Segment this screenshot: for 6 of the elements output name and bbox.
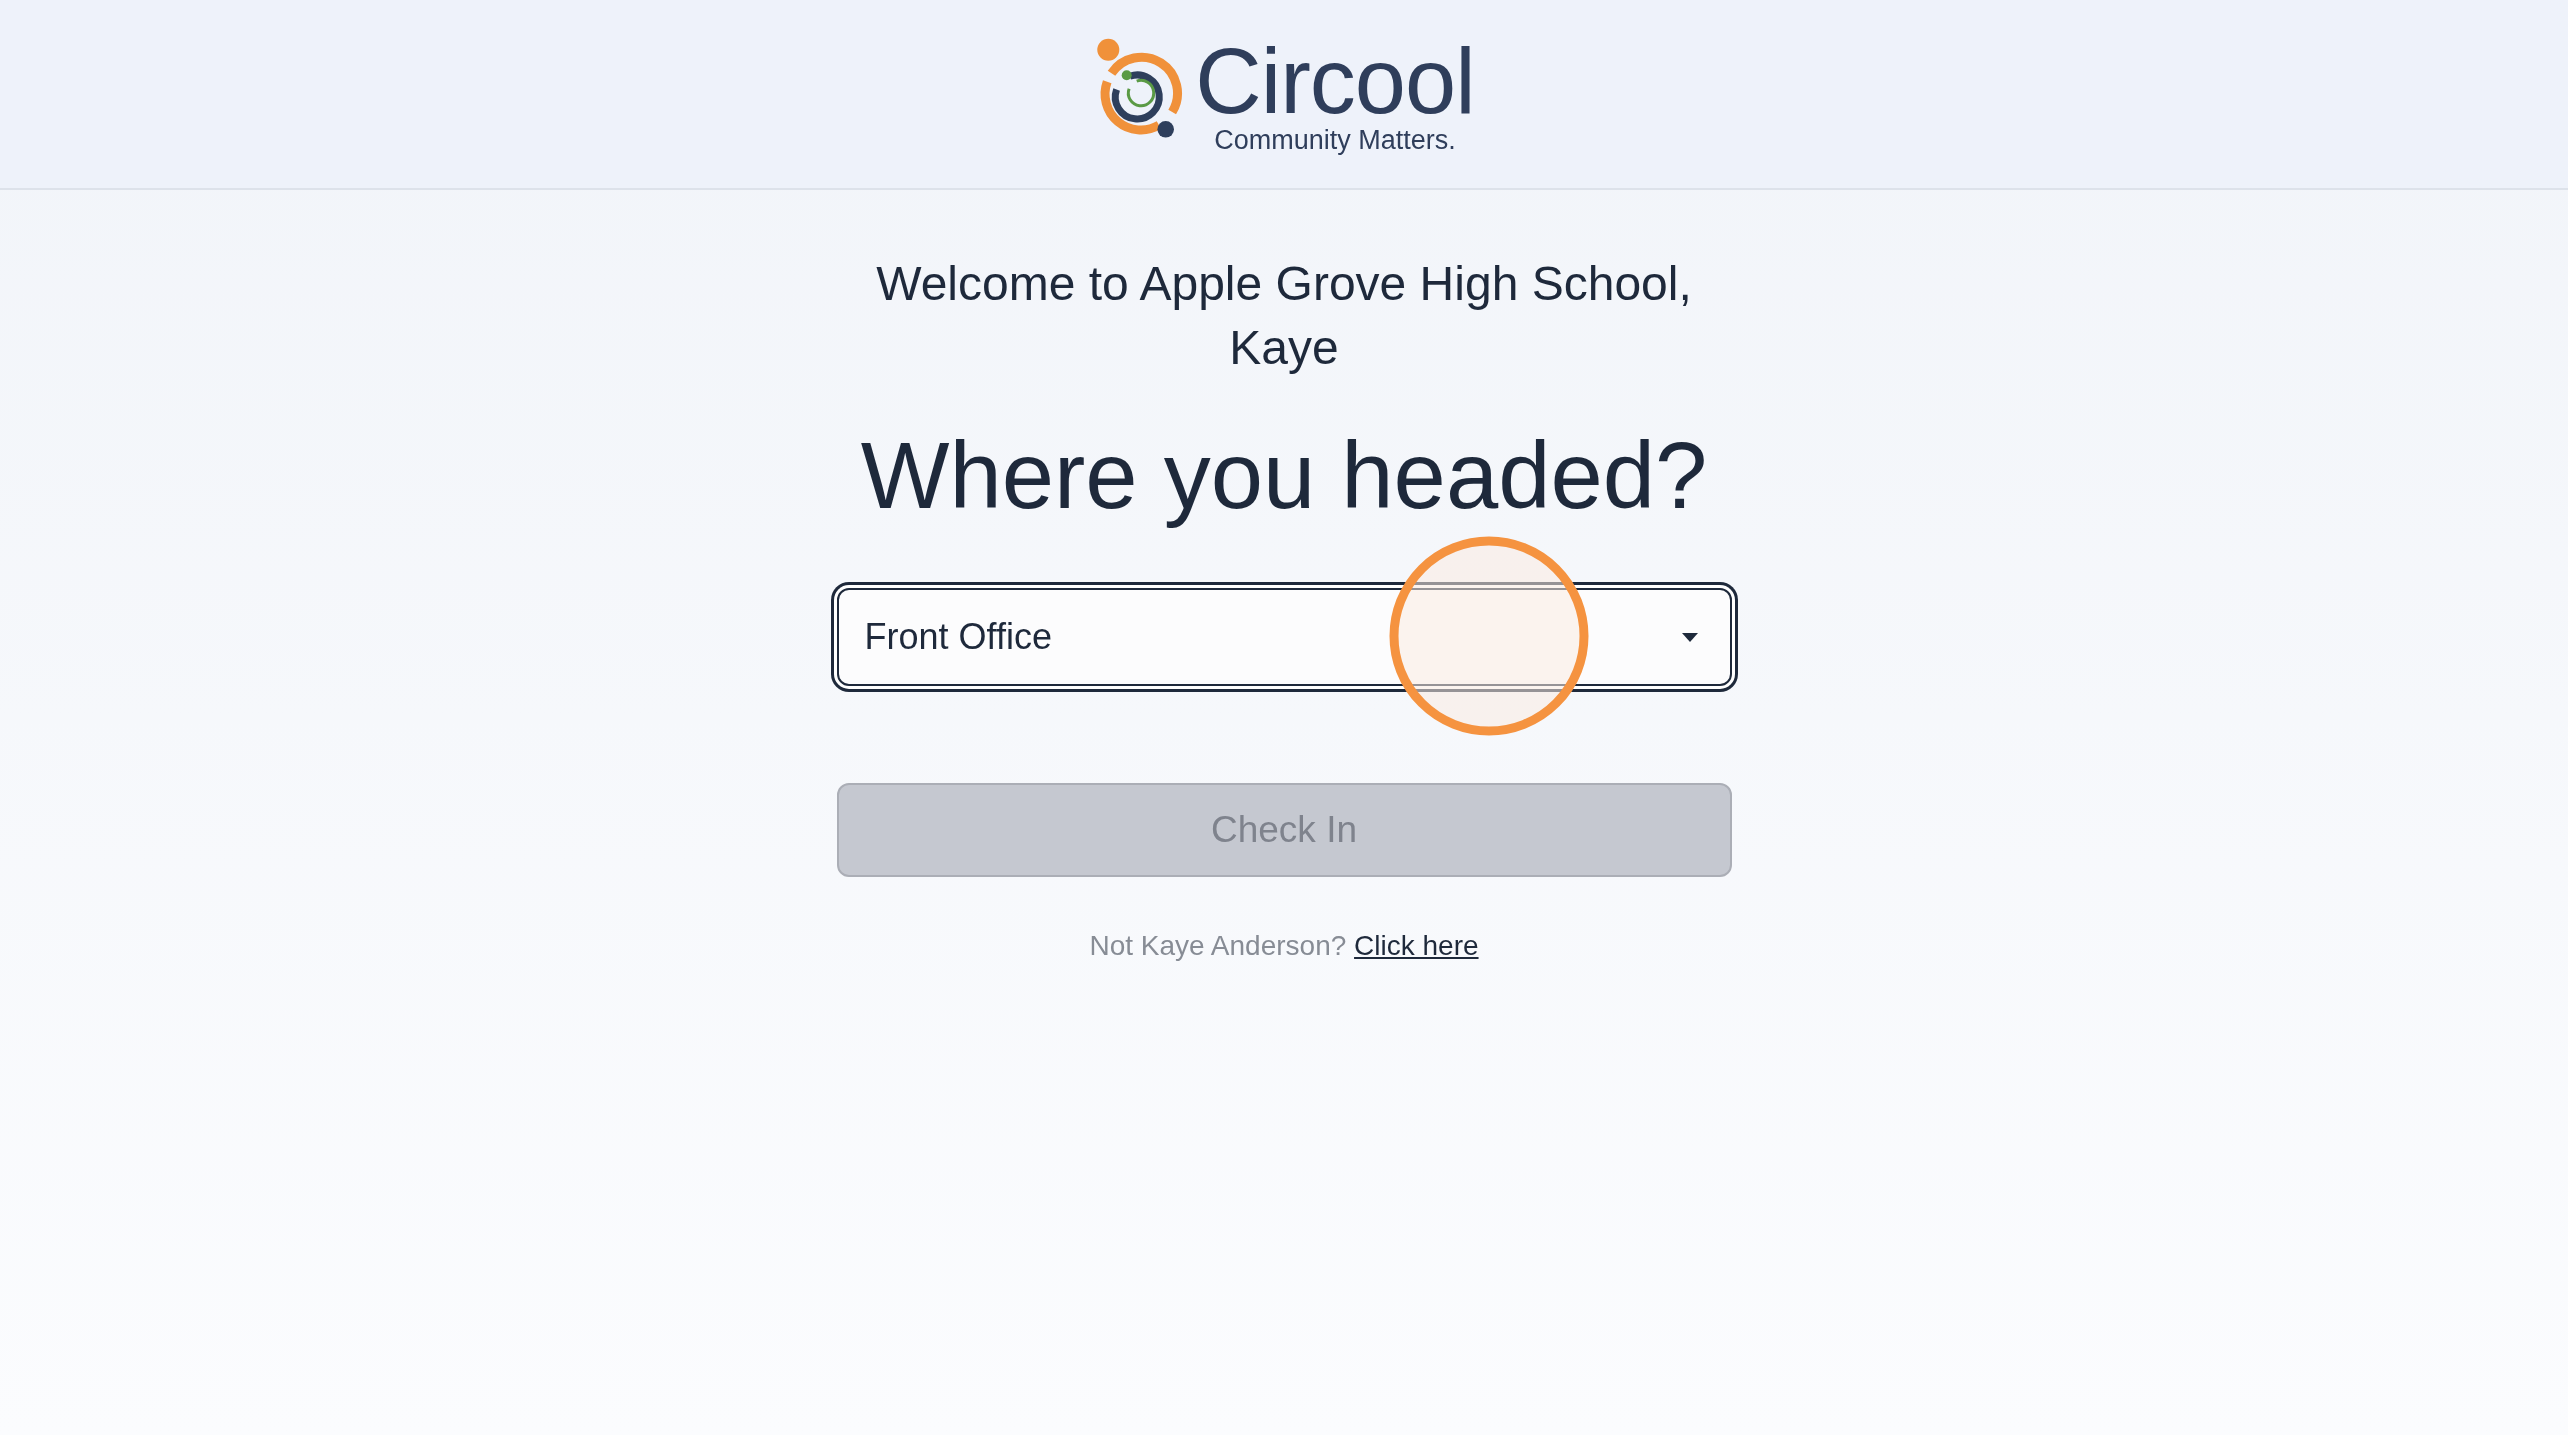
question-heading: Where you headed? [860, 422, 1708, 530]
click-here-link[interactable]: Click here [1354, 930, 1479, 961]
circles-logo-icon [1095, 37, 1184, 139]
account-prompt: Not Kaye Anderson? Click here [1089, 929, 1479, 963]
caret-icon [1681, 632, 1698, 642]
welcome-heading: Welcome to Apple Grove High School, Kaye [875, 256, 1693, 376]
